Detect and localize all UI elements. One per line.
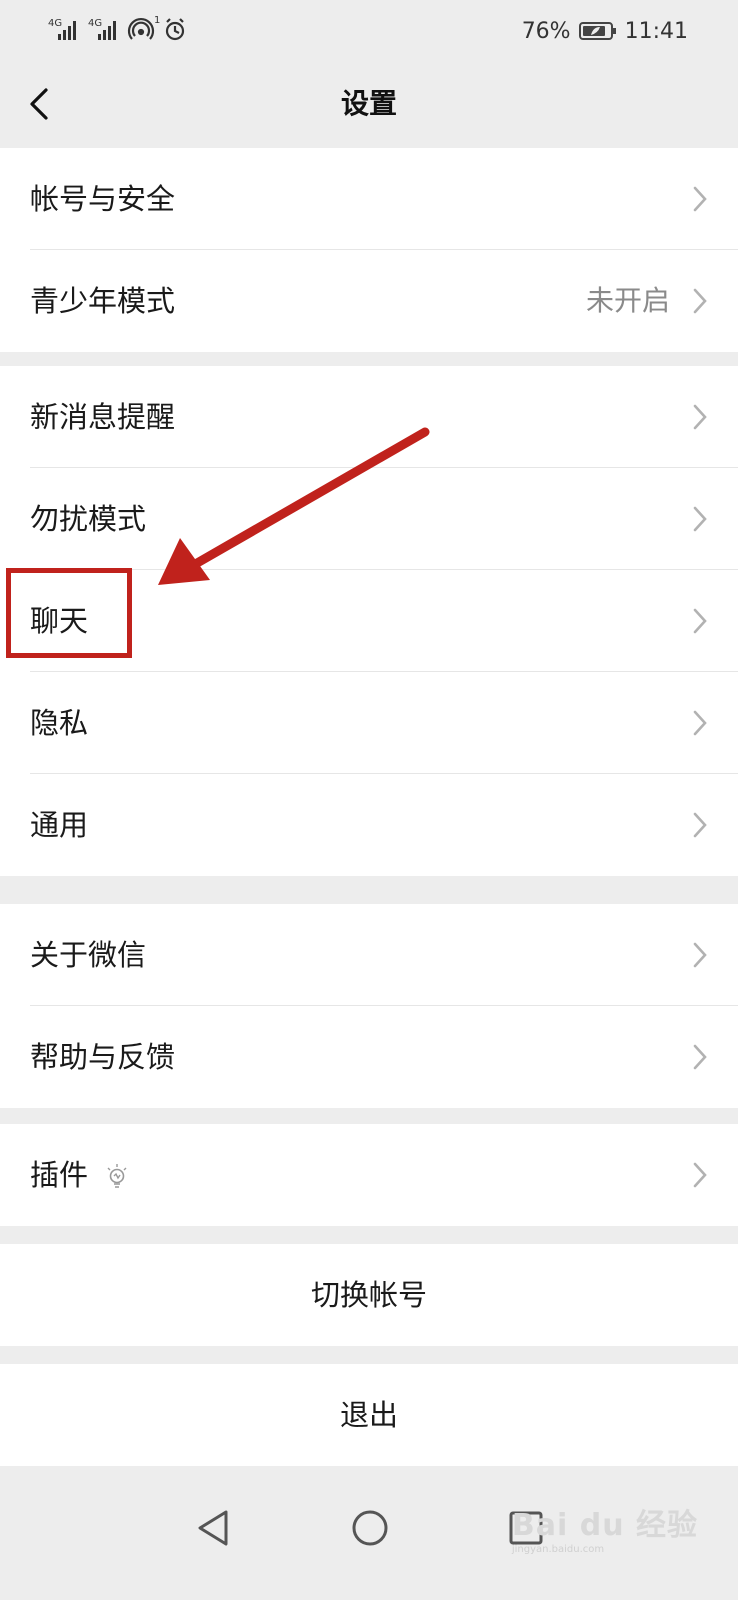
status-right: 76% 11:41 <box>522 16 688 46</box>
chevron-right-icon <box>693 288 707 314</box>
item-label: 关于微信 <box>30 938 147 972</box>
lightbulb-icon <box>107 1164 127 1188</box>
back-triangle-icon[interactable] <box>196 1508 230 1548</box>
back-arrow-icon[interactable] <box>20 82 64 126</box>
status-icons: 4G 4G 1 <box>48 15 185 41</box>
annotation-highlight-box <box>6 568 132 658</box>
settings-group-plugins: 插件 <box>0 1124 738 1226</box>
chevron-right-icon <box>693 404 707 430</box>
battery-icon <box>578 22 616 40</box>
hotspot-badge: 1 <box>154 15 160 26</box>
clock-time: 11:41 <box>624 18 688 44</box>
chevron-right-icon <box>693 186 707 212</box>
settings-item-privacy[interactable]: 隐私 <box>0 672 738 774</box>
switch-account-button[interactable]: 切换帐号 <box>0 1244 738 1346</box>
chevron-right-icon <box>693 1162 707 1188</box>
home-circle-icon[interactable] <box>350 1508 390 1548</box>
settings-item-teen-mode[interactable]: 青少年模式 未开启 <box>0 250 738 352</box>
battery-percent: 76% <box>521 18 571 44</box>
signal-1-label: 4G <box>48 18 62 29</box>
signal-2-label: 4G <box>88 18 102 29</box>
item-label: 隐私 <box>30 706 89 740</box>
annotation-arrow-icon <box>158 427 430 585</box>
hotspot-icon <box>127 17 155 40</box>
item-label: 青少年模式 <box>30 284 176 318</box>
item-label: 帐号与安全 <box>30 182 176 216</box>
chevron-right-icon <box>693 608 707 634</box>
page-title: 设置 <box>340 87 397 120</box>
baidu-watermark: Bai du 经验 jingyan.baidu.com <box>512 1500 698 1555</box>
item-label: 插件 <box>30 1158 89 1192</box>
chevron-right-icon <box>693 942 707 968</box>
watermark-url: jingyan.baidu.com <box>511 1544 605 1555</box>
nav-bar: 设置 <box>0 60 738 148</box>
status-bar: 4G 4G 1 76% 11:41 <box>0 0 738 60</box>
chevron-right-icon <box>693 1044 707 1070</box>
settings-item-help-feedback[interactable]: 帮助与反馈 <box>0 1006 738 1108</box>
logout-button[interactable]: 退出 <box>0 1364 738 1466</box>
settings-group-account: 帐号与安全 青少年模式 未开启 <box>0 148 738 352</box>
chevron-right-icon <box>693 710 707 736</box>
settings-item-about-wechat[interactable]: 关于微信 <box>0 904 738 1006</box>
chevron-right-icon <box>693 506 707 532</box>
chevron-right-icon <box>693 812 707 838</box>
item-label: 帮助与反馈 <box>30 1040 176 1074</box>
settings-item-general[interactable]: 通用 <box>0 774 738 876</box>
teen-mode-status: 未开启 <box>585 284 670 317</box>
item-label: 通用 <box>30 808 89 842</box>
item-label: 勿扰模式 <box>30 502 147 536</box>
settings-item-plugins[interactable]: 插件 <box>0 1124 738 1226</box>
watermark-brand: Bai du 经验 <box>511 1508 698 1543</box>
alarm-icon <box>165 18 185 41</box>
settings-item-account-security[interactable]: 帐号与安全 <box>0 148 738 250</box>
settings-group-about: 关于微信 帮助与反馈 <box>0 904 738 1108</box>
